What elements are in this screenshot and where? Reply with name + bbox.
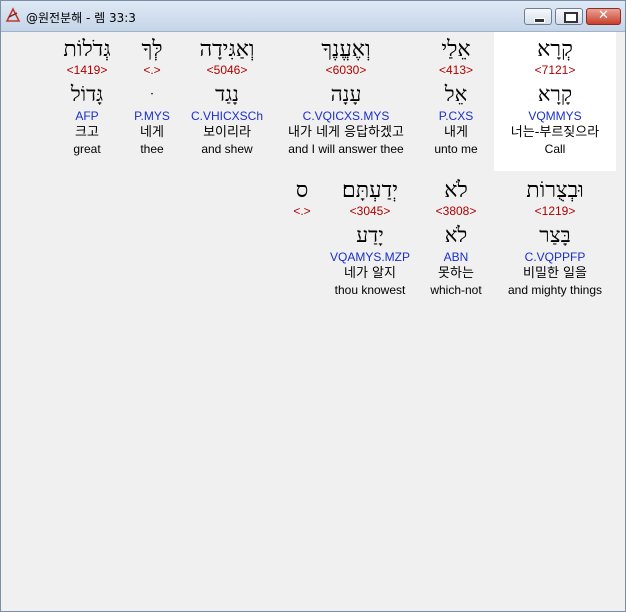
word-1[interactable]: קְרָא <7121> קָרָא VQMMYS 너는-부르짖으라 Call — [494, 36, 616, 156]
hebrew-word: גְּדֹלוֹת — [63, 37, 111, 62]
word-9[interactable]: יְדַעְתָּם׃ <3045> יָדַע VQAMYS.MZP 네가 알… — [322, 177, 418, 297]
lemma: בָּצַר — [539, 223, 571, 247]
morphology-code[interactable]: ABN — [421, 249, 491, 265]
analysis-pane[interactable]: קְרָא <7121> קָרָא VQMMYS 너는-부르짖으라 Call … — [6, 32, 620, 606]
app-window: @원전분해 - 렘 33:3 ✕ קְרָא <7121> קָרָא VQMM… — [0, 0, 626, 612]
word-6[interactable]: גְּדֹלוֹת <1419> גָּדוֹל AFP 크고 great — [54, 36, 120, 156]
title-bar[interactable]: @원전분해 - 렘 33:3 ✕ — [1, 1, 625, 32]
hebrew-word: וְאַגִּידָה — [199, 37, 255, 62]
word-3[interactable]: וְאֶעֱנֶךָ <6030> עָנָה C.VQICXS.MYS 내가 … — [272, 36, 420, 156]
morphology-code[interactable]: VQMMYS — [494, 108, 616, 124]
maximize-icon — [564, 12, 578, 23]
strong-number[interactable]: <.> — [126, 63, 178, 77]
english-gloss: and I will answer thee — [288, 142, 404, 156]
word-5[interactable]: לְּךָ <.> ּ P.MYS 네게 thee — [126, 36, 178, 156]
hebrew-word: אֵלַי — [441, 37, 471, 62]
lemma: לֹא — [444, 223, 468, 247]
english-gloss: great — [73, 142, 101, 156]
strong-number[interactable]: <3808> — [421, 204, 491, 218]
english-gloss: and mighty things — [507, 283, 603, 297]
word-2[interactable]: אֵלַי <413> אֵל P.CXS 내게 unto me — [421, 36, 491, 156]
strong-number[interactable]: <413> — [421, 63, 491, 77]
korean-gloss: 너는-부르짖으라 — [510, 125, 600, 140]
morphology-code[interactable]: P.CXS — [421, 108, 491, 124]
lemma: קָרָא — [537, 82, 573, 106]
morphology-code[interactable]: AFP — [54, 108, 120, 124]
strong-number[interactable]: <5046> — [184, 63, 270, 77]
close-icon: ✕ — [598, 8, 609, 23]
english-gloss: Call — [544, 142, 566, 156]
english-gloss: and shew — [201, 142, 253, 156]
lemma: יָדַע — [356, 223, 384, 247]
korean-gloss: 못하는 — [438, 266, 474, 281]
korean-gloss: 내가 네게 응답하겠고 — [288, 125, 404, 140]
morphology-code[interactable]: C.VHICXSCh — [184, 108, 270, 124]
korean-gloss: 비밀한 일을 — [523, 266, 587, 281]
lemma: גָּדוֹל — [70, 82, 104, 106]
window-title: @원전분해 - 렘 33:3 — [26, 11, 136, 25]
word-10[interactable]: ס <.> — [284, 177, 320, 221]
word-4[interactable]: וְאַגִּידָה <5046> נָגַד C.VHICXSCh 보이리라… — [184, 36, 270, 156]
hebrew-word: וּבְצֻרוֹת — [526, 178, 584, 203]
english-gloss: thou knowest — [334, 283, 406, 297]
strong-number[interactable]: <1219> — [494, 204, 616, 218]
minimize-icon — [534, 18, 545, 23]
lemma: אֵל — [444, 82, 468, 106]
hebrew-word: יְדַעְתָּם׃ — [342, 178, 398, 203]
english-gloss: which-not — [430, 283, 482, 297]
hebrew-word: לְּךָ — [141, 37, 163, 62]
close-button[interactable]: ✕ — [586, 8, 621, 25]
korean-gloss: 네게 — [140, 125, 164, 140]
lemma: נָגַד — [215, 82, 239, 106]
morphology-code[interactable]: C.VQICXS.MYS — [272, 108, 420, 124]
hebrew-word: ס — [295, 178, 309, 203]
korean-gloss: 내게 — [444, 125, 468, 140]
morphology-code[interactable]: VQAMYS.MZP — [322, 249, 418, 265]
lemma: ּ — [126, 80, 178, 108]
hebrew-word: וְאֶעֱנֶךָ — [321, 37, 371, 62]
minimize-button[interactable] — [524, 8, 552, 25]
hebrew-word: קְרָא — [537, 37, 573, 62]
word-7[interactable]: וּבְצֻרוֹת <1219> בָּצַר C.VQPPFP 비밀한 일을… — [494, 177, 616, 297]
strong-number[interactable]: <6030> — [272, 63, 420, 77]
maximize-button[interactable] — [555, 8, 583, 25]
app-logo-icon — [5, 7, 21, 22]
strong-number[interactable]: <3045> — [322, 204, 418, 218]
strong-number[interactable]: <7121> — [494, 63, 616, 77]
english-gloss: unto me — [434, 142, 478, 156]
morphology-code[interactable]: P.MYS — [126, 108, 178, 124]
strong-number[interactable]: <.> — [284, 204, 320, 218]
korean-gloss: 보이리라 — [203, 125, 251, 140]
lemma: עָנָה — [330, 82, 362, 106]
english-gloss: thee — [140, 142, 164, 156]
word-8[interactable]: לֹא <3808> לֹא ABN 못하는 which-not — [421, 177, 491, 297]
hebrew-word: לֹא — [444, 178, 468, 203]
morphology-code[interactable]: C.VQPPFP — [494, 249, 616, 265]
korean-gloss: 네가 알지 — [344, 266, 396, 281]
korean-gloss: 크고 — [75, 125, 99, 140]
strong-number[interactable]: <1419> — [54, 63, 120, 77]
